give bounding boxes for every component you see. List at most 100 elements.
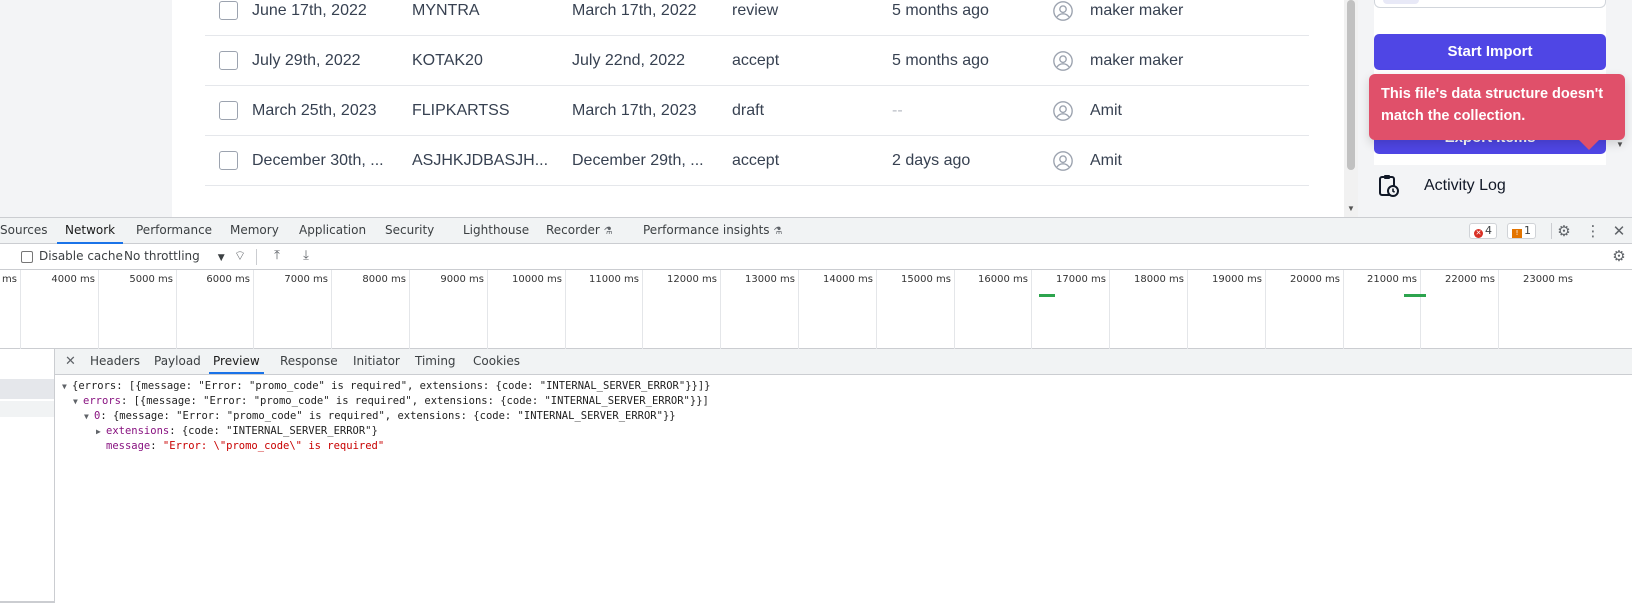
cell-start-date: July 22nd, 2022 (572, 52, 685, 69)
timeline-grid-line (253, 270, 254, 349)
tab-application[interactable]: Application (299, 218, 366, 244)
timeline-tick-label: 15000 ms (901, 274, 951, 285)
request-row[interactable] (0, 401, 54, 417)
user-avatar-icon (1053, 101, 1073, 121)
request-timing-bar (1404, 294, 1426, 297)
scroll-down-arrow-icon[interactable]: ▼ (1347, 204, 1355, 213)
tab-recorder[interactable]: Recorder ⚗ (546, 218, 613, 244)
cell-code: KOTAK20 (412, 52, 483, 69)
disable-cache-label: Disable cache (39, 249, 123, 263)
table-row[interactable]: December 30th, ... ASJHKJDBASJH... Decem… (205, 136, 1309, 186)
json-errors-line[interactable]: ▼ errors: [{message: "Error: "promo_code"… (73, 394, 709, 409)
network-settings-gear-icon[interactable]: ⚙ (1610, 247, 1628, 265)
timeline-grid-line (876, 270, 877, 349)
file-chip (1383, 0, 1419, 4)
tab-sources[interactable]: Sources (0, 218, 47, 244)
table-row[interactable]: June 17th, 2022 MYNTRA March 17th, 2022 … (205, 0, 1309, 36)
timeline-grid-line (720, 270, 721, 349)
timeline-grid-line (1109, 270, 1110, 349)
timeline-tick-label: 13000 ms (745, 274, 795, 285)
tab-performance[interactable]: Performance (136, 218, 212, 244)
close-detail-icon[interactable]: ✕ (65, 349, 76, 374)
start-import-button[interactable]: Start Import (1374, 34, 1606, 70)
flask-icon: ⚗ (603, 226, 613, 237)
timeline-tick-label: 21000 ms (1367, 274, 1417, 285)
network-overview-timeline[interactable]: 0 ms 4000 ms 5000 ms 6000 ms 7000 ms 8000 ms 9… (0, 270, 1632, 349)
tab-initiator[interactable]: Initiator (353, 349, 400, 374)
import-har-icon[interactable]: ⤒ (268, 247, 286, 265)
timeline-grid-line (954, 270, 955, 349)
timeline-tick-label: 22000 ms (1445, 274, 1495, 285)
timeline-grid-line (565, 270, 566, 349)
tab-timing[interactable]: Timing (415, 349, 456, 374)
cell-user: Amit (1090, 152, 1122, 169)
expand-triangle-icon[interactable]: ▼ (62, 379, 72, 394)
cell-code: MYNTRA (412, 2, 480, 19)
json-message-line[interactable]: message: "Error: \"promo_code\" is requi… (106, 439, 384, 454)
cell-date: March 25th, 2023 (252, 102, 377, 119)
timeline-grid-line (798, 270, 799, 349)
tab-headers[interactable]: Headers (90, 349, 140, 374)
row-checkbox[interactable] (219, 101, 238, 120)
timeline-tick-label: 23000 ms (1523, 274, 1573, 285)
json-root-line[interactable]: ▼ {errors: [{message: "Error: "promo_code… (62, 379, 710, 394)
tab-response[interactable]: Response (280, 349, 338, 374)
timeline-tick-label: 19000 ms (1212, 274, 1262, 285)
row-checkbox[interactable] (219, 1, 238, 20)
selected-request-row[interactable] (0, 379, 54, 399)
error-count-badge[interactable]: ✕ 4 (1469, 223, 1497, 239)
clipboard-clock-icon (1379, 175, 1399, 197)
json-string-value: "Error: \"promo_code\" is required" (162, 440, 385, 452)
timeline-grid-line (331, 270, 332, 349)
row-checkbox[interactable] (219, 151, 238, 170)
cell-user: Amit (1090, 102, 1122, 119)
warning-count-badge[interactable]: ! 1 (1507, 223, 1536, 239)
more-options-icon[interactable]: ⋮ (1584, 222, 1602, 240)
json-extensions-line[interactable]: ▶ extensions: {code: "INTERNAL_SERVER_ERR… (96, 424, 378, 439)
promo-table: June 17th, 2022 MYNTRA March 17th, 2022 … (172, 0, 1344, 217)
tab-lighthouse[interactable]: Lighthouse (463, 218, 529, 244)
collapse-triangle-icon[interactable]: ▶ (96, 424, 106, 439)
expand-triangle-icon[interactable]: ▼ (84, 409, 94, 424)
tab-performance-insights[interactable]: Performance insights ⚗ (643, 218, 782, 244)
scrollbar-thumb[interactable] (1347, 0, 1355, 170)
export-har-icon[interactable]: ⤓ (297, 247, 315, 265)
timeline-tick-label: 16000 ms (978, 274, 1028, 285)
tab-security[interactable]: Security (385, 218, 434, 244)
cell-start-date: March 17th, 2022 (572, 2, 697, 19)
timeline-tick-label: 8000 ms (362, 274, 406, 285)
timeline-tick-label: 10000 ms (512, 274, 562, 285)
expand-triangle-icon[interactable]: ▼ (73, 394, 83, 409)
timeline-grid-line (409, 270, 410, 349)
json-item-line[interactable]: ▼ 0: {message: "Error: "promo_code" is re… (84, 409, 676, 424)
timeline-tick-label: 5000 ms (129, 274, 173, 285)
tab-memory[interactable]: Memory (230, 218, 279, 244)
table-scrollbar[interactable]: ▼ (1344, 0, 1358, 217)
throttling-select[interactable]: No throttling ▼ (124, 244, 225, 271)
error-toast[interactable]: This file's data structure doesn't match… (1369, 74, 1625, 150)
table-row[interactable]: July 29th, 2022 KOTAK20 July 22nd, 2022 … (205, 36, 1309, 86)
tab-preview[interactable]: Preview (209, 349, 264, 374)
timeline-grid-line (487, 270, 488, 349)
scroll-down-arrow-icon[interactable]: ▼ (1616, 140, 1624, 149)
timeline-tick-label: 0 ms (0, 274, 17, 285)
table-row[interactable]: March 25th, 2023 FLIPKARTSS March 17th, … (205, 86, 1309, 136)
tab-network[interactable]: Network (57, 218, 124, 244)
close-devtools-icon[interactable]: ✕ (1610, 222, 1628, 240)
timeline-tick-label: 20000 ms (1290, 274, 1340, 285)
disable-cache-checkbox[interactable] (21, 251, 33, 263)
row-checkbox[interactable] (219, 51, 238, 70)
tab-payload[interactable]: Payload (154, 349, 201, 374)
timeline-grid-line (1343, 270, 1344, 349)
activity-log-link[interactable]: Activity Log (1374, 170, 1614, 202)
settings-gear-icon[interactable]: ⚙ (1555, 222, 1573, 240)
user-avatar-icon (1053, 51, 1073, 71)
request-list-panel[interactable] (0, 349, 55, 603)
json-value: : [{message: "Error: "promo_code" is req… (120, 395, 709, 407)
file-select-field[interactable] (1374, 0, 1606, 8)
app-viewport: June 17th, 2022 MYNTRA March 17th, 2022 … (0, 0, 1632, 217)
tab-cookies[interactable]: Cookies (473, 349, 520, 374)
network-conditions-icon[interactable]: ⌔ (231, 248, 249, 266)
timeline-tick-label: 9000 ms (440, 274, 484, 285)
user-avatar-icon (1053, 1, 1073, 21)
